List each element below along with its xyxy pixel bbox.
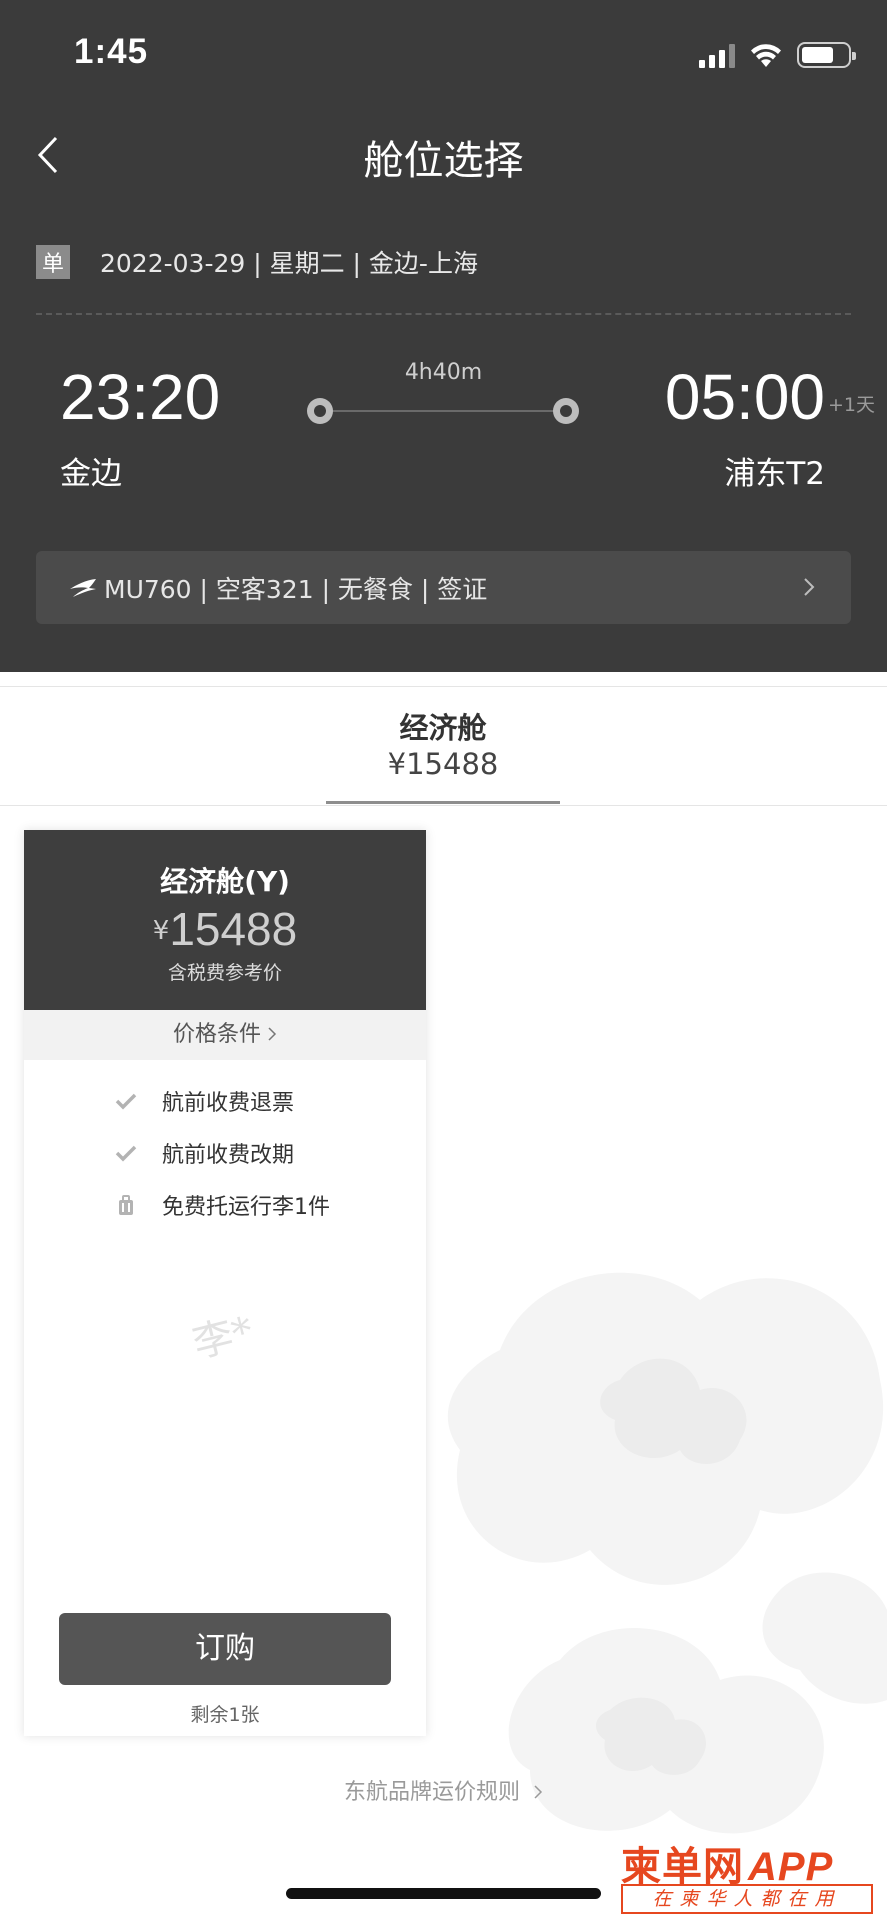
feature-change: 航前收费改期 [114, 1135, 294, 1171]
feature-text: 航前收费改期 [162, 1143, 295, 1168]
airline-logo-icon [70, 578, 96, 597]
fare-amount: 15488 [169, 903, 298, 955]
home-indicator [286, 1888, 601, 1899]
chevron-right-icon [534, 1785, 543, 1799]
fare-currency: ¥ [152, 916, 170, 946]
feature-refund: 航前收费退票 [114, 1083, 294, 1119]
status-icons [699, 38, 856, 68]
brand-suffix: APP [748, 1845, 834, 1889]
chevron-right-icon [804, 578, 815, 596]
fare-price-note: 含税费参考价 [167, 962, 282, 984]
brand-watermark: 柬单网 APP 在柬华人都在用 [621, 1834, 881, 1920]
tab-label: 经济舱 [399, 711, 487, 745]
trip-info: 单 2022-03-29 | 星期二 | 金边-上海 [36, 244, 478, 280]
peony-pattern-icon [447, 1272, 887, 1834]
flight-details-text: MU760 | 空客321 | 无餐食 | 签证 [104, 574, 488, 604]
fare-rules-label: 东航品牌运价规则 [343, 1780, 520, 1805]
divider [36, 313, 851, 315]
one-way-badge: 单 [36, 245, 70, 279]
status-time: 1:45 [74, 32, 149, 71]
book-button[interactable]: 订购 [59, 1613, 391, 1685]
arrival-day-offset: +1天 [827, 394, 875, 416]
price-conditions-link[interactable]: 价格条件 [24, 1010, 426, 1060]
feature-text: 免费托运行李1件 [162, 1195, 330, 1220]
tab-price: ¥15488 [387, 747, 499, 781]
arrival-time: 05:00 [664, 361, 825, 433]
status-bar: 1:45 [0, 0, 887, 110]
destination-dot-icon [553, 398, 579, 424]
tab-underline [326, 801, 560, 804]
feature-text: 航前收费退票 [162, 1091, 295, 1116]
arrival-city: 浦东T2 [724, 456, 825, 492]
check-icon [115, 1145, 137, 1162]
departure-city: 金边 [60, 456, 122, 492]
fare-card-header: 经济舱(Y) ¥15488 含税费参考价 [24, 830, 426, 1010]
price-conditions-label: 价格条件 [172, 1022, 261, 1047]
chevron-right-icon [268, 1027, 277, 1041]
tab-economy[interactable]: 经济舱 ¥15488 [326, 687, 560, 807]
brand-slogan: 在柬华人都在用 [621, 1884, 873, 1914]
header: 1:45 舱位选择 单 2022-03-29 | 星期二 | 金边-上海 23:… [0, 0, 887, 672]
luggage-icon [119, 1195, 133, 1215]
fare-price: ¥15488 [24, 902, 426, 956]
signal-icon [699, 42, 735, 68]
fare-rules-link[interactable]: 东航品牌运价规则 [0, 1774, 887, 1806]
feature-baggage: 免费托运行李1件 [114, 1187, 330, 1223]
route-line [320, 410, 566, 412]
battery-icon [797, 42, 856, 68]
check-icon [115, 1093, 137, 1110]
wifi-icon [751, 44, 781, 67]
fare-card: 经济舱(Y) ¥15488 含税费参考价 价格条件 航前收费退票 航前收费改期 … [24, 830, 426, 1736]
flight-details-button[interactable]: MU760 | 空客321 | 无餐食 | 签证 [36, 551, 851, 624]
cabin-tabs: 经济舱 ¥15488 [0, 686, 887, 806]
remaining-seats: 剩余1张 [190, 1704, 260, 1726]
origin-dot-icon [307, 398, 333, 424]
passenger-watermark: 李* [188, 1308, 258, 1368]
page-title: 舱位选择 [363, 138, 524, 184]
fare-name: 经济舱(Y) [160, 865, 290, 898]
trip-summary: 2022-03-29 | 星期二 | 金边-上海 [100, 249, 478, 278]
